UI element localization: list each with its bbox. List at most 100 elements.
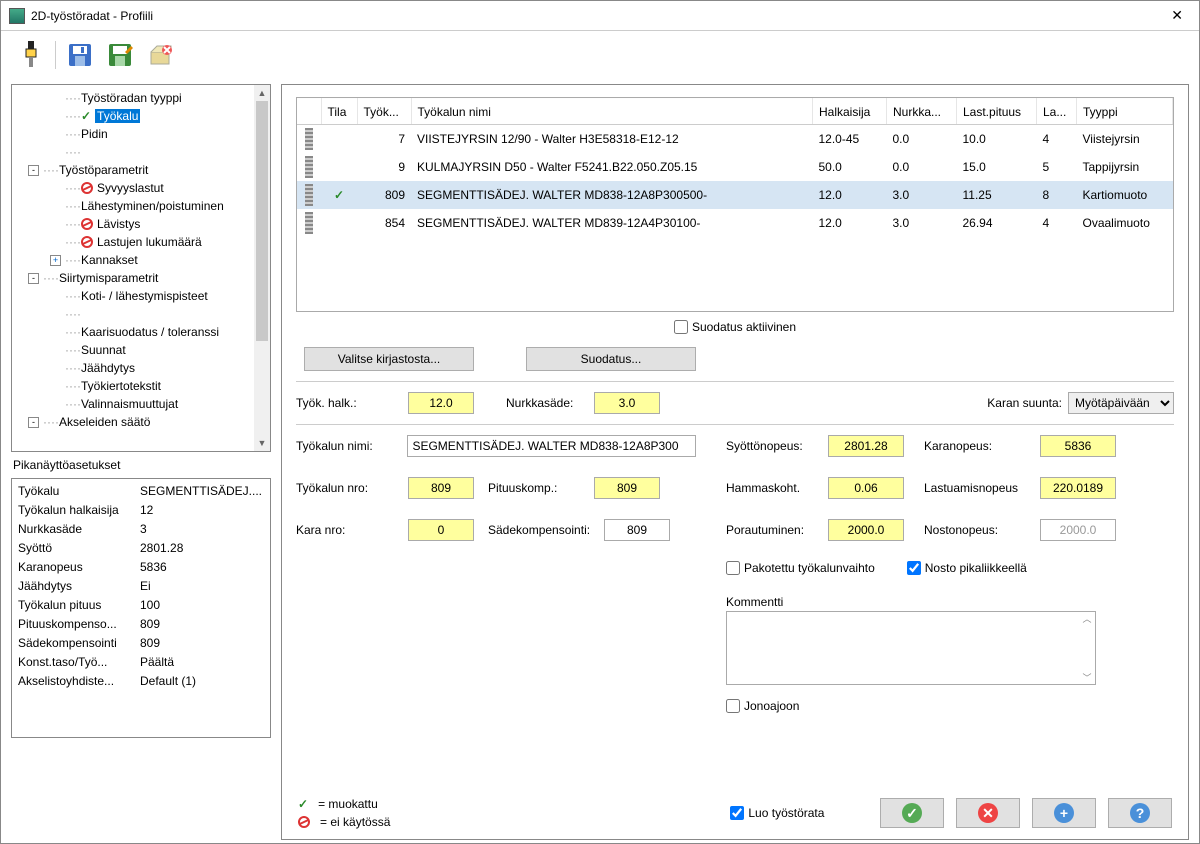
table-header[interactable]: Työkalun nimi <box>411 99 813 125</box>
help-button[interactable]: ? <box>1108 798 1172 828</box>
force-tool-change-label: Pakotettu työkalunvaihto <box>744 561 875 575</box>
quickview-row: Työkalun pituus100 <box>18 595 264 614</box>
len-comp-input[interactable] <box>594 477 660 499</box>
tree-item[interactable]: ···· Työstöradan tyyppi <box>16 89 270 107</box>
tool-select-button[interactable] <box>15 39 47 71</box>
table-header[interactable]: Nurkka... <box>887 99 957 125</box>
table-header[interactable]: Tyyppi <box>1077 99 1173 125</box>
fpt-input[interactable] <box>828 477 904 499</box>
plunge-input[interactable] <box>828 519 904 541</box>
quickview-row: Nurkkasäde3 <box>18 519 264 538</box>
tree-item[interactable]: ···· Pidin <box>16 125 270 143</box>
rad-comp-input[interactable] <box>604 519 670 541</box>
quickview-row: TyökaluSEGMENTTISÄDEJ.... <box>18 481 264 500</box>
spindle-no-label: Kara nro: <box>296 523 402 537</box>
table-header[interactable]: Last.pituus <box>957 99 1037 125</box>
tool-name-label: Työkalun nimi: <box>296 439 401 453</box>
tree-item[interactable]: ···· <box>16 305 270 323</box>
filter-active-checkbox[interactable] <box>674 320 688 334</box>
tree-item[interactable]: ···· Lastujen lukumäärä <box>16 233 270 251</box>
tool-table[interactable]: TilaTyök...Työkalun nimiHalkaisijaNurkka… <box>296 97 1174 312</box>
table-header[interactable]: Työk... <box>357 99 411 125</box>
table-header[interactable]: Halkaisija <box>813 99 887 125</box>
table-row[interactable]: 9KULMAJYRSIN D50 - Walter F5241.B22.050.… <box>297 153 1173 181</box>
batch-checkbox[interactable] <box>726 699 740 713</box>
select-library-button[interactable]: Valitse kirjastosta... <box>304 347 474 371</box>
filter-button[interactable]: Suodatus... <box>526 347 696 371</box>
quickview-row: Työkalun halkaisija12 <box>18 500 264 519</box>
retract-label: Nostonopeus: <box>924 523 1034 537</box>
tree-item[interactable]: ···· Koti- / lähestymispisteet <box>16 287 270 305</box>
toolbar <box>1 31 1199 80</box>
delete-button[interactable] <box>144 39 176 71</box>
table-header[interactable]: Tila <box>321 99 357 125</box>
tree-item[interactable]: ···· Kaarisuodatus / toleranssi <box>16 323 270 341</box>
app-icon <box>9 8 25 24</box>
tool-name-input[interactable] <box>407 435 696 457</box>
tree-item[interactable]: +···· Kannakset <box>16 251 270 269</box>
comment-textarea[interactable]: ︿﹀ <box>726 611 1096 685</box>
diameter-input[interactable] <box>408 392 474 414</box>
table-row[interactable]: 854SEGMENTTISÄDEJ. WALTER MD839-12A4P301… <box>297 209 1173 237</box>
cutting-speed-label: Lastuamisnopeus <box>924 481 1034 495</box>
nav-tree[interactable]: ···· Työstöradan tyyppi···· ✓Työkalu····… <box>11 84 271 452</box>
retract-input <box>1040 519 1116 541</box>
tool-no-label: Työkalun nro: <box>296 481 402 495</box>
quickview-row: Syöttö2801.28 <box>18 538 264 557</box>
check-icon: ✓ <box>298 797 308 811</box>
tree-item[interactable]: ···· Työkiertotekstit <box>16 377 270 395</box>
legend-disabled: = ei käytössä <box>320 815 390 829</box>
table-row[interactable]: 7VIISTEJYRSIN 12/90 - Walter H3E58318-E1… <box>297 125 1173 154</box>
tree-item[interactable]: -···· Akseleiden säätö <box>16 413 270 431</box>
quickview-row: JäähdytysEi <box>18 576 264 595</box>
close-icon[interactable]: ✕ <box>1163 7 1191 24</box>
tree-scrollbar[interactable]: ▲ ▼ <box>254 85 270 451</box>
corner-radius-label: Nurkkasäde: <box>506 396 588 410</box>
tree-item[interactable]: ···· ✓Työkalu <box>16 107 270 125</box>
table-header[interactable]: La... <box>1037 99 1077 125</box>
quickview-row: Konst.taso/Työ...Päältä <box>18 652 264 671</box>
legend-modified: = muokattu <box>318 797 378 811</box>
force-tool-change-checkbox[interactable] <box>726 561 740 575</box>
spindle-no-input[interactable] <box>408 519 474 541</box>
forbid-icon <box>298 816 310 828</box>
plunge-label: Porautuminen: <box>726 523 822 537</box>
quickview-row: Akselistoyhdiste...Default (1) <box>18 671 264 690</box>
tree-item[interactable]: ···· <box>16 143 270 161</box>
tool-no-input[interactable] <box>408 477 474 499</box>
fpt-label: Hammaskoht. <box>726 481 822 495</box>
spindle-speed-input[interactable] <box>1040 435 1116 457</box>
tree-item[interactable]: -···· Työstöparametrit <box>16 161 270 179</box>
cutting-speed-input[interactable] <box>1040 477 1116 499</box>
rapid-retract-label: Nosto pikaliikkeellä <box>925 561 1027 575</box>
diameter-label: Työk. halk.: <box>296 396 402 410</box>
tree-item[interactable]: ···· Valinnaismuuttujat <box>16 395 270 413</box>
batch-label: Jonoajoon <box>744 699 799 713</box>
quickview-panel: TyökaluSEGMENTTISÄDEJ....Työkalun halkai… <box>11 478 271 738</box>
rapid-retract-checkbox[interactable] <box>907 561 921 575</box>
feed-rate-input[interactable] <box>828 435 904 457</box>
cancel-button[interactable]: ✕ <box>956 798 1020 828</box>
tree-item[interactable]: ···· Lävistys <box>16 215 270 233</box>
table-header[interactable] <box>297 99 321 125</box>
tree-item[interactable]: ···· Syvyyslastut <box>16 179 270 197</box>
len-comp-label: Pituuskomp.: <box>488 481 588 495</box>
spindle-dir-select[interactable]: Myötäpäivään <box>1068 392 1174 414</box>
add-button[interactable]: + <box>1032 798 1096 828</box>
generate-toolpath-label: Luo työstörata <box>748 806 824 820</box>
title-bar: 2D-työstöradat - Profiili ✕ <box>1 1 1199 31</box>
save-as-button[interactable] <box>104 39 136 71</box>
generate-toolpath-checkbox[interactable] <box>730 806 744 820</box>
quickview-row: Pituuskompenso...809 <box>18 614 264 633</box>
quickview-title: Pikanäyttöasetukset <box>11 458 271 472</box>
tree-item[interactable]: ···· Lähestyminen/poistuminen <box>16 197 270 215</box>
table-row[interactable]: ✓809SEGMENTTISÄDEJ. WALTER MD838-12A8P30… <box>297 181 1173 209</box>
save-button[interactable] <box>64 39 96 71</box>
tree-item[interactable]: -···· Siirtymisparametrit <box>16 269 270 287</box>
window-title: 2D-työstöradat - Profiili <box>31 9 1163 23</box>
spindle-speed-label: Karanopeus: <box>924 439 1034 453</box>
corner-radius-input[interactable] <box>594 392 660 414</box>
tree-item[interactable]: ···· Jäähdytys <box>16 359 270 377</box>
ok-button[interactable]: ✓ <box>880 798 944 828</box>
tree-item[interactable]: ···· Suunnat <box>16 341 270 359</box>
